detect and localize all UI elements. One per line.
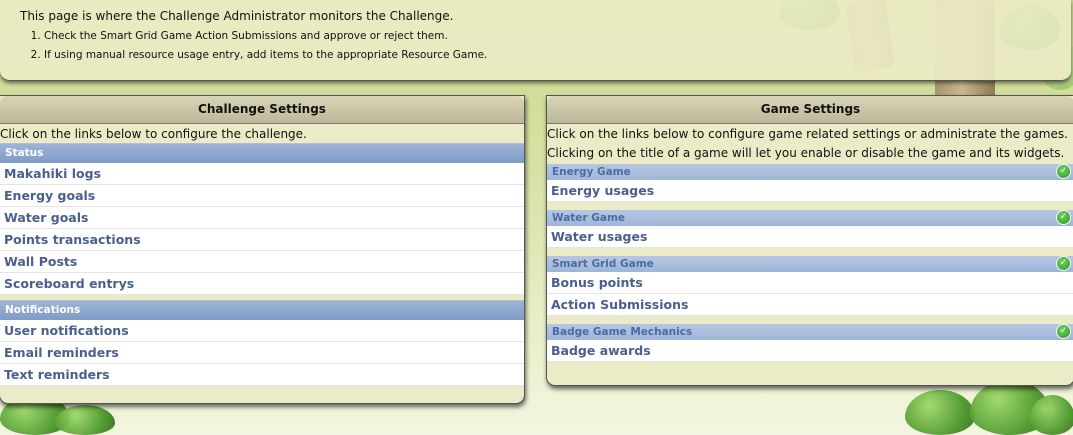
game-settings-description: Click on the links below to configure ga… [547, 127, 1068, 141]
game-settings-description-2: Clicking on the title of a game will let… [547, 146, 1065, 160]
info-panel: This page is where the Challenge Adminis… [0, 0, 1071, 81]
game-header-energy[interactable]: Energy Game ✓ [547, 164, 1073, 180]
challenge-settings-panel: Challenge Settings Click on the links be… [0, 95, 525, 404]
game-header-badge[interactable]: Badge Game Mechanics ✓ [547, 324, 1073, 340]
check-circle-icon: ✓ [1057, 257, 1070, 270]
info-steps: Check the Smart Grid Game Action Submiss… [28, 27, 487, 65]
game-title-badge[interactable]: Badge Game Mechanics [552, 326, 692, 338]
link-action-submissions[interactable]: Action Submissions [547, 294, 1073, 316]
game-header-water[interactable]: Water Game ✓ [547, 210, 1073, 226]
link-points-transactions[interactable]: Points transactions [0, 229, 524, 251]
game-title-smart-grid[interactable]: Smart Grid Game [552, 258, 654, 270]
challenge-settings-title: Challenge Settings [0, 96, 524, 124]
link-energy-usages[interactable]: Energy usages [547, 180, 1073, 202]
link-water-usages[interactable]: Water usages [547, 226, 1073, 248]
game-settings-title: Game Settings [547, 96, 1073, 124]
link-water-goals[interactable]: Water goals [0, 207, 524, 229]
info-intro: This page is where the Challenge Adminis… [20, 9, 454, 23]
game-title-water[interactable]: Water Game [552, 212, 625, 224]
game-title-energy[interactable]: Energy Game [552, 166, 631, 178]
link-user-notifications[interactable]: User notifications [0, 320, 524, 342]
link-badge-awards[interactable]: Badge awards [547, 340, 1073, 362]
game-settings-panel: Game Settings Click on the links below t… [546, 95, 1073, 386]
check-circle-icon: ✓ [1057, 325, 1070, 338]
check-circle-icon: ✓ [1057, 211, 1070, 224]
section-header-notifications: Notifications [0, 300, 524, 320]
link-text-reminders[interactable]: Text reminders [0, 364, 524, 386]
challenge-settings-description: Click on the links below to configure th… [0, 127, 307, 141]
game-header-smart-grid[interactable]: Smart Grid Game ✓ [547, 256, 1073, 272]
link-scoreboard-entrys[interactable]: Scoreboard entrys [0, 273, 524, 295]
info-step: Check the Smart Grid Game Action Submiss… [44, 27, 487, 46]
section-header-status: Status [0, 143, 524, 163]
link-wall-posts[interactable]: Wall Posts [0, 251, 524, 273]
link-bonus-points[interactable]: Bonus points [547, 272, 1073, 294]
check-circle-icon: ✓ [1057, 165, 1070, 178]
link-makahiki-logs[interactable]: Makahiki logs [0, 163, 524, 185]
link-energy-goals[interactable]: Energy goals [0, 185, 524, 207]
info-step: If using manual resource usage entry, ad… [44, 46, 487, 65]
link-email-reminders[interactable]: Email reminders [0, 342, 524, 364]
